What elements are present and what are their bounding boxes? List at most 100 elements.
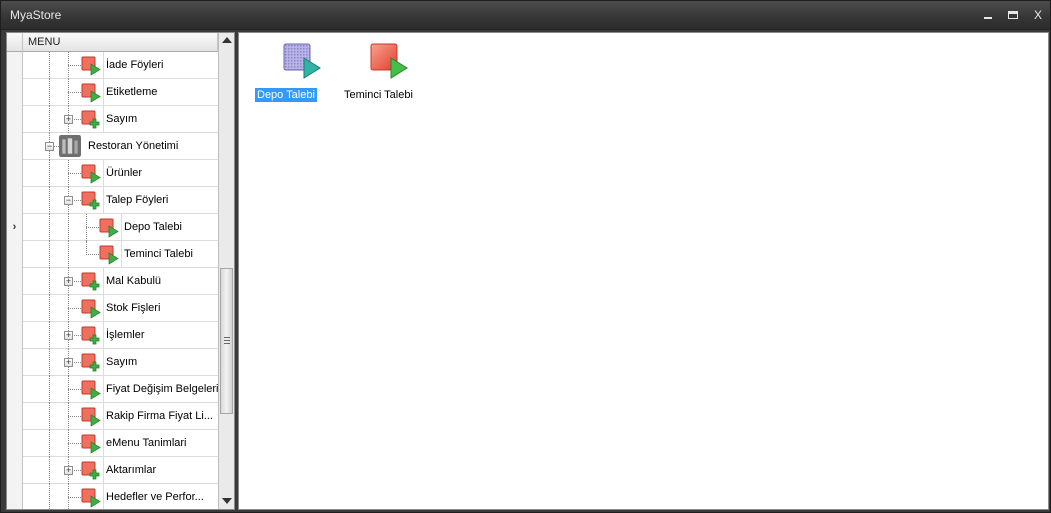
row-indicator xyxy=(7,376,23,403)
tree-row[interactable]: Fiyat Değişim Belgeleri xyxy=(7,376,218,403)
tree-guide-line xyxy=(49,52,50,79)
tree-row[interactable]: + Sayım xyxy=(7,106,218,133)
row-indicator xyxy=(7,52,23,79)
tile-teminci-talebi[interactable]: Teminci Talebi xyxy=(339,42,429,104)
tree-guide-line xyxy=(68,65,81,66)
row-indicator xyxy=(7,430,23,457)
tree-item-label: Hedefler ve Perfor... xyxy=(106,491,204,503)
cell-divider xyxy=(103,349,104,376)
play-form-icon xyxy=(81,56,101,76)
expand-icon[interactable]: + xyxy=(64,466,73,475)
cell-divider xyxy=(103,187,104,214)
cell-divider xyxy=(103,106,104,133)
tree-guide-line xyxy=(68,308,81,309)
tree-item-label: Restoran Yönetimi xyxy=(88,140,179,152)
tree-vertical-scrollbar[interactable] xyxy=(218,33,234,509)
tree-item-label: Ürünler xyxy=(106,167,143,179)
add-form-icon xyxy=(81,326,100,345)
row-indicator xyxy=(7,484,23,509)
tree-row[interactable]: + İşlemler xyxy=(7,322,218,349)
close-button[interactable]: X xyxy=(1029,6,1047,24)
expand-icon[interactable]: + xyxy=(64,358,73,367)
tree-guide-line xyxy=(68,241,69,268)
tree-guide-line xyxy=(49,187,50,214)
depot-request-icon xyxy=(283,43,321,79)
menu-tree-panel: MENU İade Föyleri Etiketleme + Sayım − Restor… xyxy=(6,32,235,510)
tile-label: Depo Talebi xyxy=(255,88,317,102)
cell-divider xyxy=(103,457,104,484)
row-indicator xyxy=(7,322,23,349)
tree-row[interactable]: İade Föyleri xyxy=(7,52,218,79)
tree-row[interactable]: Ürünler xyxy=(7,160,218,187)
play-form-icon xyxy=(99,245,119,265)
menu-column-header[interactable]: MENU xyxy=(28,36,60,48)
tree-guide-line xyxy=(86,241,87,255)
tree-row[interactable]: − Restoran Yönetimi xyxy=(7,133,218,160)
collapse-icon[interactable]: − xyxy=(45,142,54,151)
expand-icon[interactable]: + xyxy=(64,115,73,124)
window-title: MyaStore xyxy=(10,8,62,22)
scroll-thumb[interactable] xyxy=(220,268,233,414)
tree-guide-line xyxy=(68,173,81,174)
row-indicator xyxy=(7,268,23,295)
play-form-icon xyxy=(99,218,119,238)
tile-label: Teminci Talebi xyxy=(344,89,413,101)
row-indicator xyxy=(7,187,23,214)
cell-divider xyxy=(103,268,104,295)
tree-row[interactable]: › Depo Talebi xyxy=(7,214,218,241)
minimize-button[interactable] xyxy=(979,6,997,24)
tree-guide-line xyxy=(49,106,50,133)
tree-row[interactable]: − Talep Föyleri xyxy=(7,187,218,214)
tree-row[interactable]: Teminci Talebi xyxy=(7,241,218,268)
play-form-icon xyxy=(81,434,101,454)
title-bar[interactable]: MyaStore X xyxy=(1,1,1050,30)
minimize-icon xyxy=(984,17,992,19)
scroll-down-arrow-icon[interactable] xyxy=(222,498,232,504)
cell-divider xyxy=(103,403,104,430)
row-indicator xyxy=(7,241,23,268)
tree-guide-line xyxy=(68,416,81,417)
maximize-button[interactable] xyxy=(1004,6,1022,24)
row-indicator xyxy=(7,160,23,187)
tree-row[interactable]: Stok Fişleri xyxy=(7,295,218,322)
tree-item-label: Fiyat Değişim Belgeleri xyxy=(106,383,219,395)
tile-depo-talebi[interactable]: Depo Talebi xyxy=(252,42,342,104)
tree-guide-line xyxy=(68,389,81,390)
tree-guide-line xyxy=(49,430,50,457)
collapse-icon[interactable]: − xyxy=(64,196,73,205)
tree-row[interactable]: + Mal Kabulü xyxy=(7,268,218,295)
play-form-icon xyxy=(81,299,101,319)
supplier-request-icon xyxy=(370,43,408,79)
tree-item-label: Mal Kabulü xyxy=(106,275,162,287)
tree-row[interactable]: eMenu Tanimlari xyxy=(7,430,218,457)
tree-row[interactable]: + Aktarımlar xyxy=(7,457,218,484)
add-form-icon xyxy=(81,461,100,480)
tree-row[interactable]: Etiketleme xyxy=(7,79,218,106)
row-indicator xyxy=(7,106,23,133)
close-icon: X xyxy=(1033,8,1042,22)
tree-guide-line xyxy=(49,403,50,430)
play-form-icon xyxy=(81,83,101,103)
tree-guide-line xyxy=(86,254,99,255)
tree-guide-line xyxy=(49,376,50,403)
expand-icon[interactable]: + xyxy=(64,331,73,340)
row-indicator xyxy=(7,133,23,160)
restaurant-photo-icon xyxy=(59,135,81,157)
tree-row[interactable]: + Sayım xyxy=(7,349,218,376)
tree-item-label: eMenu Tanimlari xyxy=(106,437,187,449)
expand-icon[interactable]: + xyxy=(64,277,73,286)
tree-item-label: Etiketleme xyxy=(106,86,158,98)
main-content-area: Depo Talebi Teminci Talebi xyxy=(238,32,1049,510)
tree-item-label: Rakip Firma Fiyat Li... xyxy=(106,410,213,422)
cell-divider xyxy=(121,214,122,241)
tree-guide-line xyxy=(49,214,50,241)
row-indicator xyxy=(7,457,23,484)
scroll-up-arrow-icon[interactable] xyxy=(222,37,232,43)
tree-guide-line xyxy=(86,227,99,228)
tree-item-label: Depo Talebi xyxy=(124,221,182,233)
app-window: MyaStore X MENU İade Föyleri Etiketleme + S… xyxy=(0,0,1051,513)
tree-row[interactable]: Rakip Firma Fiyat Li... xyxy=(7,403,218,430)
tree-row[interactable]: Hedefler ve Perfor... xyxy=(7,484,218,509)
add-form-icon xyxy=(81,353,100,372)
play-form-icon xyxy=(81,380,101,400)
